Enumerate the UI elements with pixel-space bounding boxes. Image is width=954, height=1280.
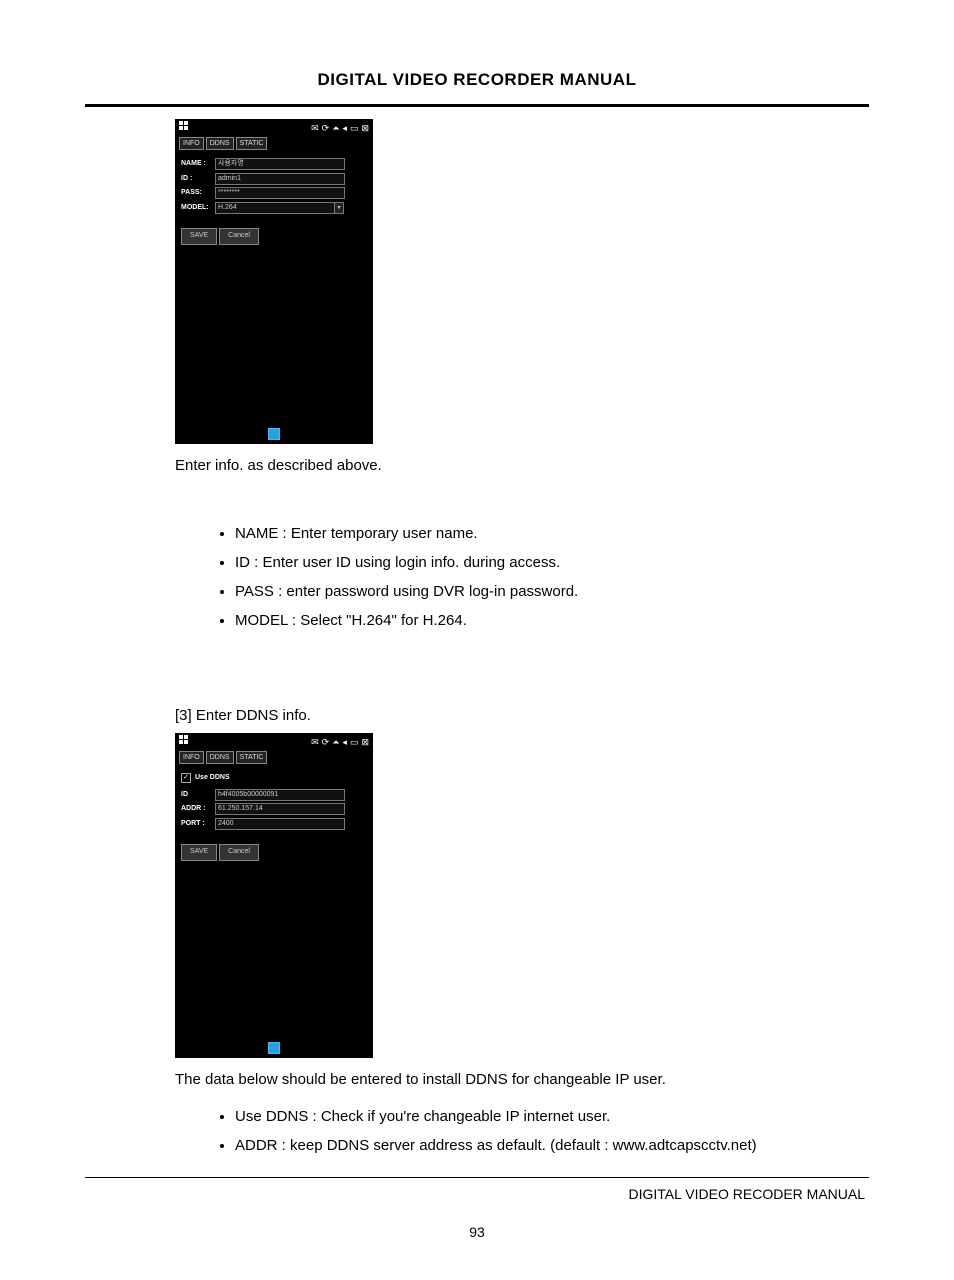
signal-icon: ⏶ [332, 738, 339, 747]
screenshot-info-tab: ✉ ⟳ ⏶ ◂ ▭ ⊠ INFO DDNS STATIC NAME : 사용자명 [175, 119, 373, 444]
footer-rule [85, 1177, 869, 1178]
name-field[interactable]: 사용자명 [215, 158, 345, 170]
header-rule [85, 104, 869, 107]
port-label: PORT : [181, 818, 215, 831]
section1-intro: Enter info. as described above. [175, 452, 859, 479]
use-ddns-checkbox[interactable]: ✓ [181, 773, 191, 783]
save-button[interactable]: SAVE [181, 228, 217, 245]
save-button[interactable]: SAVE [181, 844, 217, 861]
cancel-button[interactable]: Cancel [219, 228, 259, 245]
home-icon[interactable] [268, 428, 280, 440]
battery-icon: ▭ [350, 738, 359, 747]
footer-text: DIGITAL VIDEO RECODER MANUAL [89, 1186, 865, 1202]
model-label: MODEL: [181, 202, 215, 215]
ddns-id-field[interactable]: h4f4005b00000091 [215, 789, 345, 801]
pass-label: PASS: [181, 187, 215, 200]
list-item: Use DDNS : Check if you're changeable IP… [235, 1103, 859, 1130]
step3-heading: [3] Enter DDNS info. [175, 702, 859, 729]
volume-icon: ◂ [342, 124, 347, 133]
sync-icon: ⟳ [322, 738, 330, 747]
port-field[interactable]: 2400 [215, 818, 345, 830]
tab-static[interactable]: STATIC [236, 137, 268, 150]
page-title: DIGITAL VIDEO RECORDER MANUAL [85, 70, 869, 90]
screenshot-ddns-tab: ✉ ⟳ ⏶ ◂ ▭ ⊠ INFO DDNS STATIC ✓ Use DDNS [175, 733, 373, 1058]
list-item: NAME : Enter temporary user name. [235, 520, 859, 547]
tab-ddns[interactable]: DDNS [206, 137, 234, 150]
page-number: 93 [85, 1224, 869, 1240]
use-ddns-label: Use DDNS [195, 772, 230, 785]
tab-ddns[interactable]: DDNS [206, 751, 234, 764]
addr-field[interactable]: 61.250.157.14 [215, 803, 345, 815]
list-item: ADDR : keep DDNS server address as defau… [235, 1132, 859, 1159]
mail-icon: ✉ [311, 124, 319, 133]
section1-bullets: NAME : Enter temporary user name. ID : E… [235, 520, 859, 634]
windows-icon [179, 734, 189, 750]
id-field[interactable]: admin1 [215, 173, 345, 185]
name-label: NAME : [181, 158, 215, 171]
close-icon: ⊠ [361, 738, 369, 747]
tab-static[interactable]: STATIC [236, 751, 268, 764]
id-label: ID : [181, 173, 215, 186]
close-icon: ⊠ [361, 124, 369, 133]
pass-field[interactable]: ******** [215, 187, 345, 199]
mail-icon: ✉ [311, 738, 319, 747]
tab-info[interactable]: INFO [179, 751, 204, 764]
model-select[interactable]: H.264 [215, 202, 335, 214]
list-item: PASS : enter password using DVR log-in p… [235, 578, 859, 605]
section2-bullets: Use DDNS : Check if you're changeable IP… [235, 1103, 859, 1159]
list-item: ID : Enter user ID using login info. dur… [235, 549, 859, 576]
sync-icon: ⟳ [322, 124, 330, 133]
ddns-id-label: ID [181, 789, 215, 802]
signal-icon: ⏶ [332, 124, 339, 133]
volume-icon: ◂ [342, 738, 347, 747]
list-item: MODEL : Select "H.264" for H.264. [235, 607, 859, 634]
tab-info[interactable]: INFO [179, 137, 204, 150]
section2-intro: The data below should be entered to inst… [175, 1066, 859, 1093]
battery-icon: ▭ [350, 124, 359, 133]
cancel-button[interactable]: Cancel [219, 844, 259, 861]
dropdown-arrow-icon[interactable]: ▾ [334, 202, 344, 214]
home-icon[interactable] [268, 1042, 280, 1054]
addr-label: ADDR : [181, 803, 215, 816]
windows-icon [179, 120, 189, 136]
